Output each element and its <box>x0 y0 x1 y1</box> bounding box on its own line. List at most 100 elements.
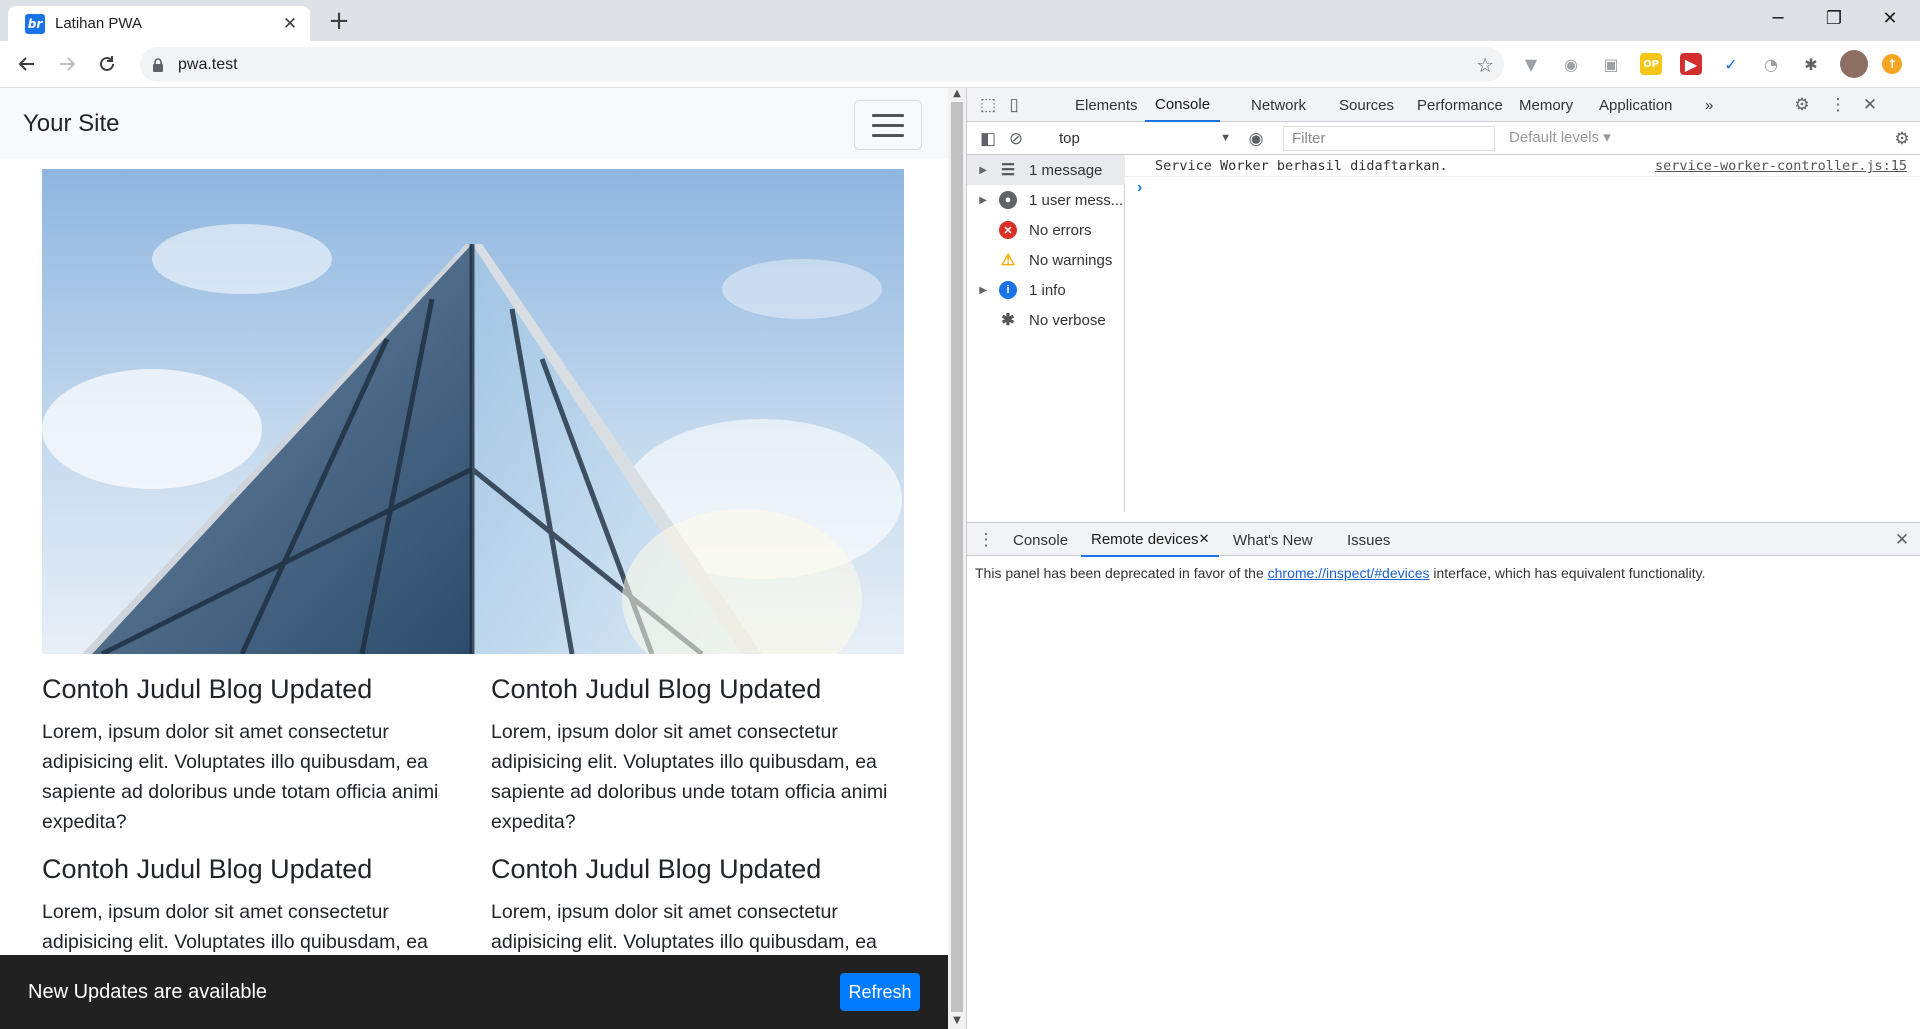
reload-button[interactable] <box>93 50 121 78</box>
expand-arrow-icon: ▶ <box>979 164 987 176</box>
drawer-tab-what-s-new[interactable]: What's New <box>1223 523 1323 557</box>
tab-strip: br Latihan PWA ✕ + ─ ❐ ✕ <box>0 0 1920 41</box>
minimize-button[interactable]: ─ <box>1750 0 1806 36</box>
bookmark-star-icon[interactable]: ☆ <box>1476 53 1494 77</box>
site-brand[interactable]: Your Site <box>23 110 120 138</box>
console-output[interactable]: Service Worker berhasil didaftarkan. ser… <box>1125 155 1920 512</box>
hamburger-menu-button[interactable] <box>854 100 922 150</box>
tab-application[interactable]: Application <box>1589 88 1682 122</box>
sidebar-item-label: No verbose <box>1029 311 1106 329</box>
tab-network[interactable]: Network <box>1241 88 1316 122</box>
post-title: Contoh Judul Blog Updated <box>491 854 822 884</box>
back-arrow-icon <box>18 57 34 71</box>
drawer-menu-icon[interactable]: ⋮ <box>973 523 999 557</box>
page-viewport: Your Site Contoh Judul Blog Updated Lore… <box>0 88 948 1029</box>
restore-button[interactable]: ❐ <box>1806 0 1862 36</box>
drawer-tab-issues[interactable]: Issues <box>1337 523 1400 557</box>
sidebar-item[interactable]: ▶ i 1 info <box>967 275 1125 305</box>
hero-image <box>42 169 904 654</box>
inspect-element-icon[interactable]: ⬚ <box>975 88 1001 122</box>
sidebar-item-label: 1 info <box>1029 281 1066 299</box>
scrollbar-thumb[interactable] <box>951 102 963 1012</box>
reload-icon <box>100 56 114 71</box>
console-settings-icon[interactable]: ⚙ <box>1889 122 1915 155</box>
devtools-tab-bar: ⬚ ▯ Elements Console Network Sources Perform… <box>967 88 1920 122</box>
vue-devtools-icon[interactable]: ▼ <box>1520 53 1542 75</box>
close-tab-icon[interactable]: ✕ <box>1199 531 1210 547</box>
device-toolbar-icon[interactable]: ▯ <box>1001 88 1027 122</box>
drawer-tab-console[interactable]: Console <box>1003 523 1078 557</box>
post-body: Lorem, ipsum dolor sit amet consectetur … <box>491 901 877 953</box>
refresh-button[interactable]: Refresh <box>840 973 920 1011</box>
close-tab-icon[interactable]: ✕ <box>280 14 300 34</box>
camera-icon[interactable]: ◉ <box>1560 53 1582 75</box>
post-title: Contoh Judul Blog Updated <box>491 674 822 704</box>
back-button[interactable] <box>13 50 41 78</box>
blog-post: Contoh Judul Blog Updated Lorem, ipsum d… <box>491 854 911 957</box>
tab-performance[interactable]: Performance <box>1407 88 1513 122</box>
log-entry: Service Worker berhasil didaftarkan. ser… <box>1125 155 1920 177</box>
error-icon: ✕ <box>999 221 1017 239</box>
scroll-down-icon[interactable]: ▼ <box>948 1015 966 1029</box>
console-sidebar: ▶ ☰ 1 message ▶ ● 1 user mess... ✕ No errors ⚠ No… <box>967 155 1125 512</box>
sidebar-item[interactable]: ✕ No errors <box>967 215 1125 245</box>
screenshot-icon[interactable]: ▣ <box>1600 53 1622 75</box>
avatar[interactable] <box>1840 50 1868 78</box>
close-drawer-icon[interactable]: ✕ <box>1889 523 1915 557</box>
post-title: Contoh Judul Blog Updated <box>42 854 373 884</box>
console-prompt[interactable]: › <box>1137 179 1142 197</box>
check-extension-icon[interactable]: ✓ <box>1720 53 1742 75</box>
devtools-panel: ⬚ ▯ Elements Console Network Sources Perform… <box>966 88 1920 1029</box>
favicon-icon: br <box>25 13 45 34</box>
forward-button[interactable] <box>53 50 81 78</box>
close-window-button[interactable]: ✕ <box>1862 0 1918 36</box>
expand-arrow-icon: ▶ <box>979 194 987 206</box>
filter-input[interactable]: Filter <box>1283 126 1495 151</box>
console-filter-bar: ◧ ⊘ top ▼ ◉ Filter Default levels ▾ ⚙ <box>967 122 1920 155</box>
eye-icon[interactable]: ◉ <box>1243 122 1269 155</box>
drawer-tab-remote-devices[interactable]: Remote devices ✕ <box>1081 523 1220 557</box>
post-body: Lorem, ipsum dolor sit amet consectetur … <box>42 901 428 953</box>
inspect-devices-link[interactable]: chrome://inspect/#devices <box>1268 565 1430 581</box>
info-icon: i <box>999 281 1017 299</box>
close-devtools-icon[interactable]: ✕ <box>1857 88 1883 122</box>
site-navbar: Your Site <box>0 88 948 159</box>
update-icon[interactable]: ↑ <box>1882 54 1902 74</box>
settings-gear-icon[interactable]: ⚙ <box>1789 88 1815 122</box>
browser-tab[interactable]: br Latihan PWA ✕ <box>8 6 310 41</box>
puzzle-icon[interactable]: ✱ <box>1800 53 1822 75</box>
screen: br Latihan PWA ✕ + ─ ❐ ✕ pwa.test ☆ ▼ ◉ ▣ O… <box>0 0 1920 1029</box>
sidebar-item[interactable]: ⚠ No warnings <box>967 245 1125 275</box>
more-options-icon[interactable]: ⋮ <box>1825 88 1851 122</box>
url-text: pwa.test <box>178 55 238 73</box>
drawer-tab-label: Remote devices <box>1091 530 1199 548</box>
hamburger-line <box>872 133 904 137</box>
context-select[interactable]: top ▼ <box>1055 127 1235 149</box>
sidebar-toggle-icon[interactable]: ◧ <box>975 122 1001 155</box>
new-tab-button[interactable]: + <box>324 6 354 36</box>
tab-sources[interactable]: Sources <box>1329 88 1404 122</box>
sidebar-item[interactable]: ✱ No verbose <box>967 305 1125 335</box>
address-bar[interactable]: pwa.test ☆ <box>140 47 1504 82</box>
more-tabs-button[interactable]: » <box>1705 88 1713 122</box>
warning-icon: ⚠ <box>1000 252 1016 269</box>
page-scrollbar[interactable]: ▲ ▼ <box>948 88 966 1029</box>
hamburger-line <box>872 113 904 117</box>
log-source-link[interactable]: service-worker-controller.js:15 <box>1655 158 1907 174</box>
sidebar-item[interactable]: ▶ ● 1 user mess... <box>967 185 1125 215</box>
scroll-up-icon[interactable]: ▲ <box>948 88 966 102</box>
red-extension-icon[interactable]: ▶ <box>1680 53 1702 75</box>
tab-console[interactable]: Console <box>1145 88 1221 122</box>
blog-post: Contoh Judul Blog Updated Lorem, ipsum d… <box>491 674 911 837</box>
op-extension-icon[interactable]: OP <box>1640 53 1662 75</box>
clear-console-icon[interactable]: ⊘ <box>1003 122 1029 155</box>
log-levels-dropdown[interactable]: Default levels ▾ <box>1509 128 1611 146</box>
list-icon: ☰ <box>1000 162 1016 179</box>
sidebar-item[interactable]: ▶ ☰ 1 message <box>967 155 1125 185</box>
log-message: Service Worker berhasil didaftarkan. <box>1155 158 1448 174</box>
tab-elements[interactable]: Elements <box>1065 88 1148 122</box>
snackbar-text: New Updates are available <box>28 980 268 1003</box>
tab-memory[interactable]: Memory <box>1509 88 1583 122</box>
gauge-extension-icon[interactable]: ◔ <box>1760 53 1782 75</box>
blog-post: Contoh Judul Blog Updated Lorem, ipsum d… <box>42 674 462 837</box>
